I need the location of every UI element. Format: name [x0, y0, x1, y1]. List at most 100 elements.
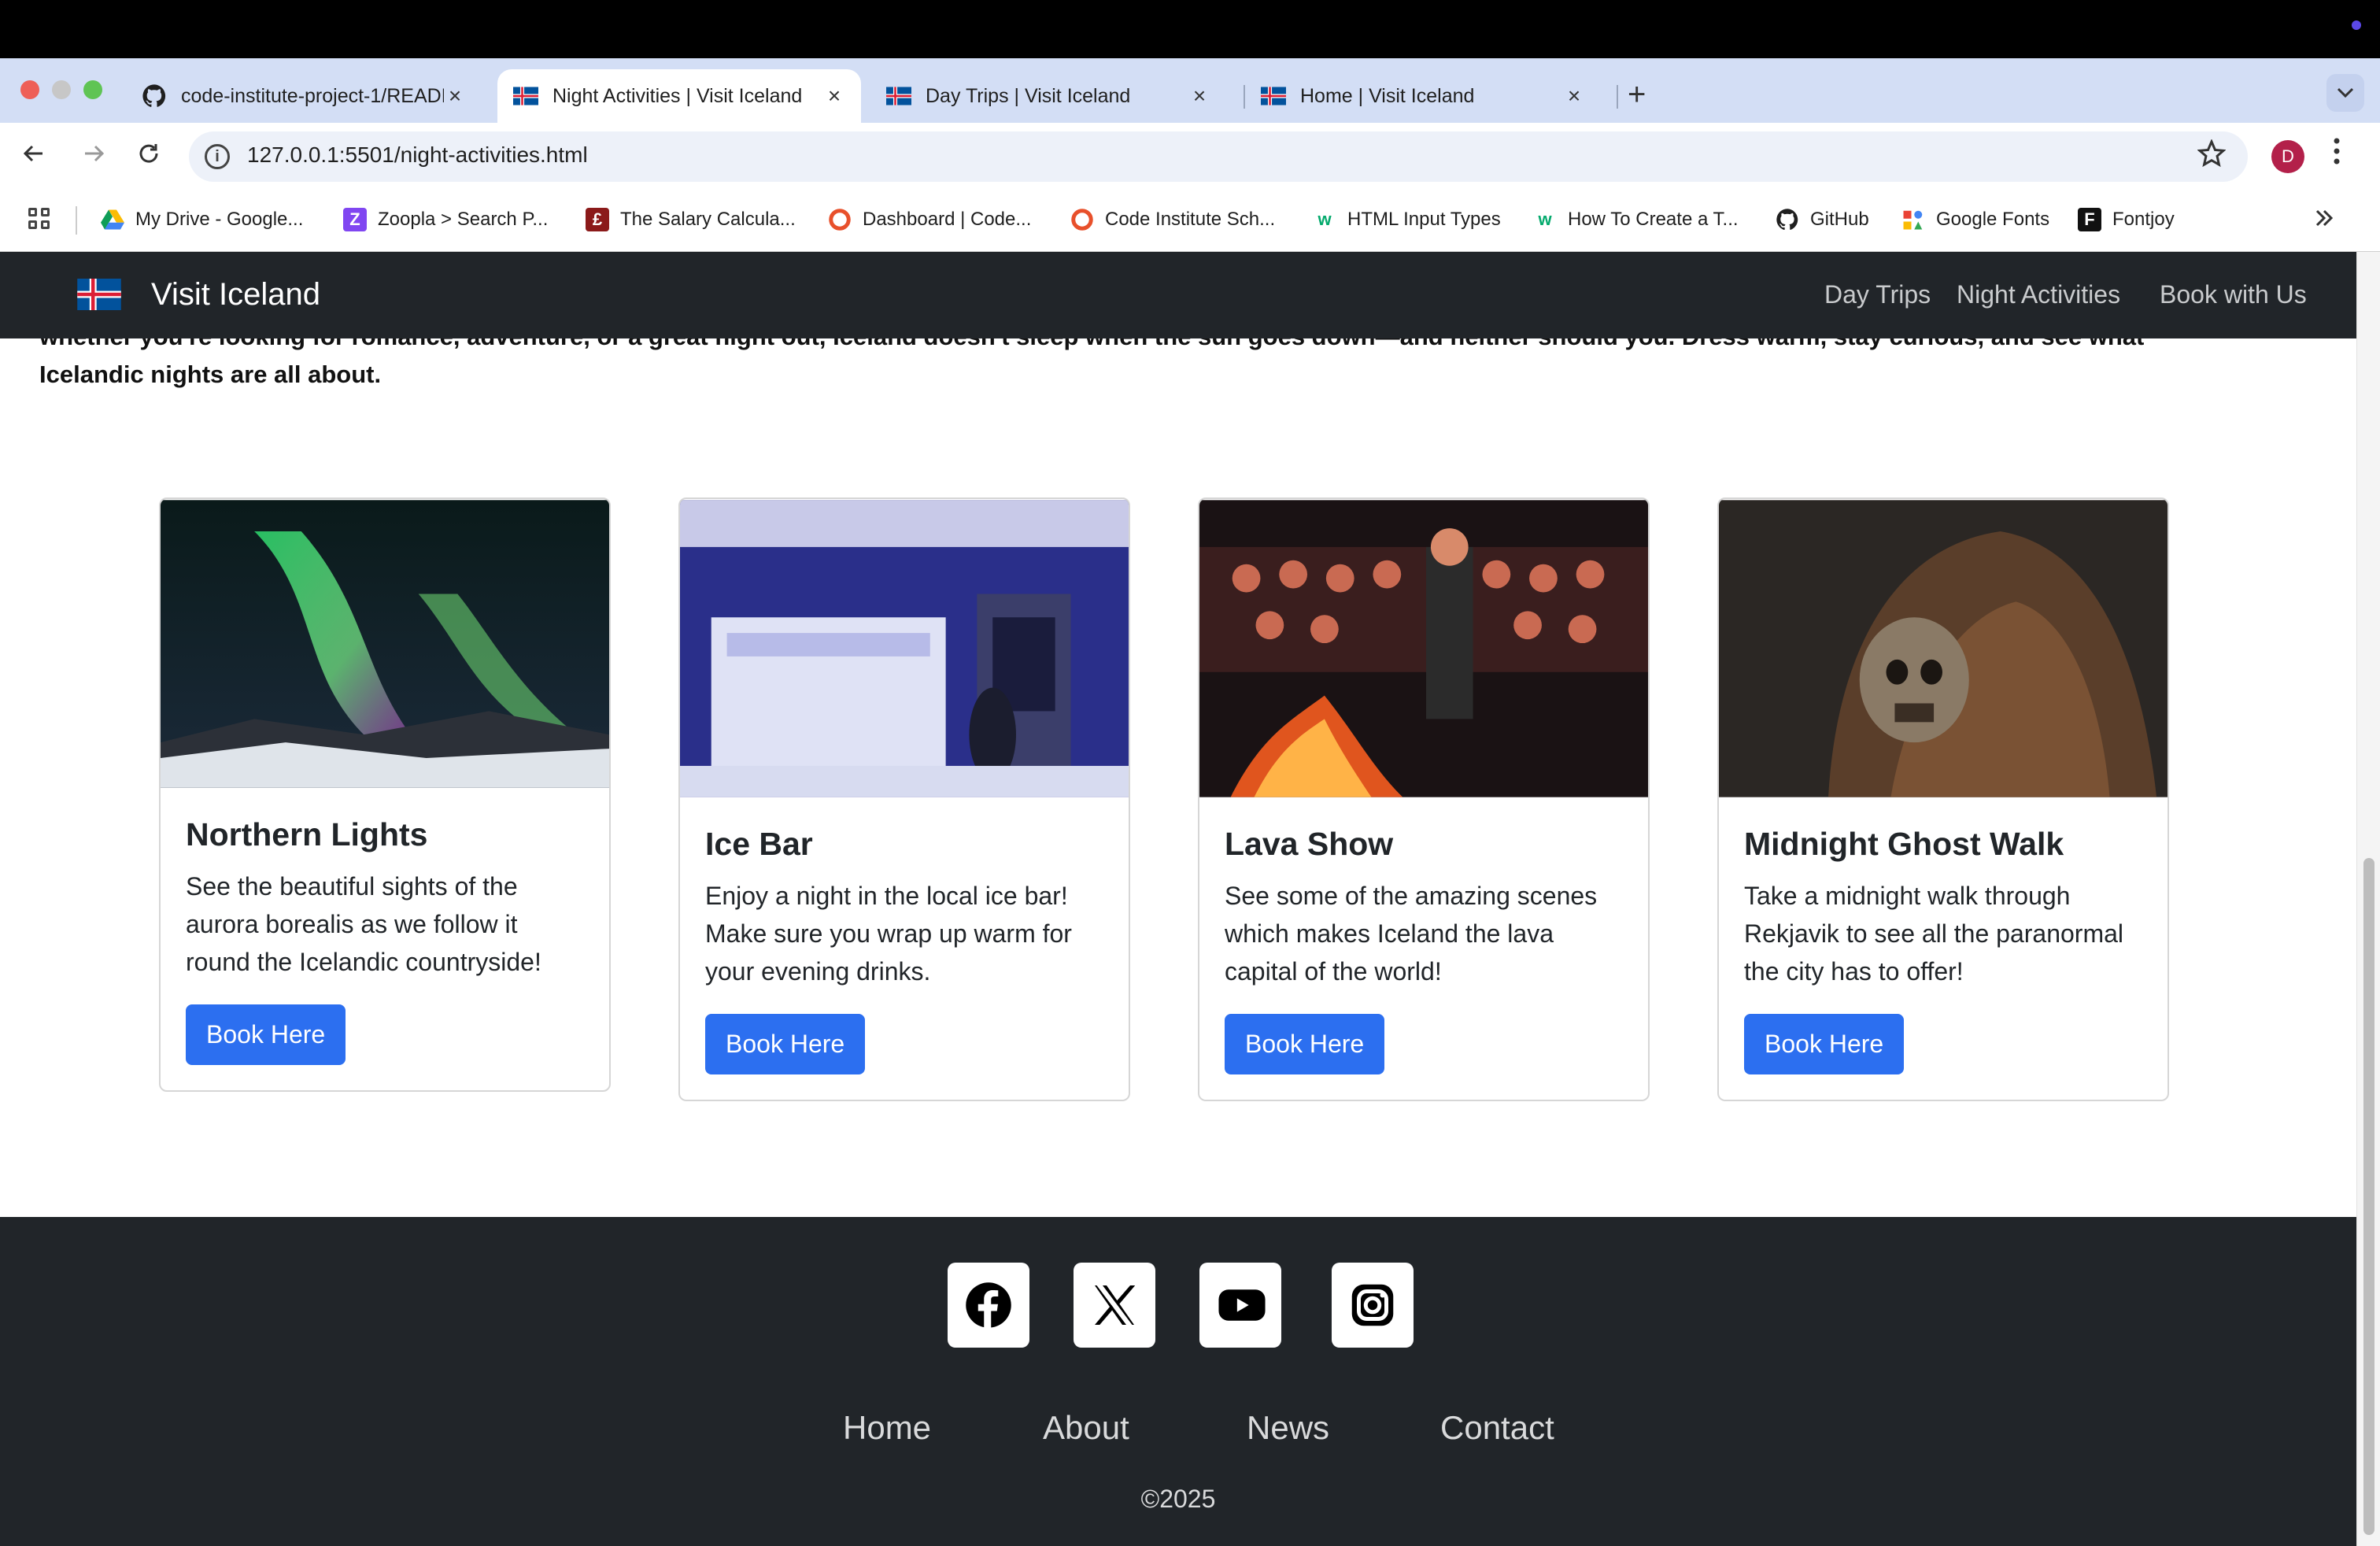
card-text: See the beautiful sights of the aurora b…: [186, 872, 541, 976]
profile-avatar[interactable]: D: [2271, 140, 2304, 173]
new-tab-button[interactable]: +: [1628, 79, 1646, 110]
bookmark-star-icon[interactable]: [2197, 139, 2226, 168]
activity-card: Lava Show See some of the amazing scenes…: [1198, 497, 1650, 1101]
close-tab-icon[interactable]: ×: [1563, 83, 1585, 109]
maximize-window-button[interactable]: [83, 80, 102, 99]
more-vertical-icon: [2334, 138, 2340, 165]
forward-button[interactable]: [76, 139, 112, 175]
x-link[interactable]: [1074, 1263, 1155, 1348]
tab-title: Day Trips | Visit Iceland: [926, 84, 1131, 107]
tab-day-trips[interactable]: Day Trips | Visit Iceland ×: [870, 69, 1226, 123]
ice-bar-image: [680, 500, 1129, 797]
bookmark-label: Dashboard | Code...: [863, 209, 1032, 230]
footer-link-about[interactable]: About: [1043, 1409, 1129, 1447]
code-institute-icon: [829, 209, 851, 231]
page-viewport: whether you're looking for romance, adve…: [0, 252, 2380, 1546]
tab-readme[interactable]: code-institute-project-1/README ×: [126, 69, 482, 123]
tab-night-activities[interactable]: Night Activities | Visit Iceland ×: [497, 69, 861, 123]
bookmark-label: How To Create a T...: [1568, 209, 1739, 230]
bookmark-salary-calculator[interactable]: £ The Salary Calcula...: [586, 208, 796, 231]
github-icon: [142, 84, 166, 107]
arrow-right-icon: [85, 145, 105, 162]
close-window-button[interactable]: [20, 80, 39, 99]
github-icon: [1776, 209, 1798, 231]
card-text: Enjoy a night in the local ice bar! Make…: [705, 882, 1072, 986]
code-institute-icon: [1071, 209, 1093, 231]
back-button[interactable]: [16, 139, 52, 175]
bookmark-label: Google Fonts: [1936, 209, 2050, 230]
tab-home[interactable]: Home | Visit Iceland ×: [1245, 69, 1601, 123]
bookmark-label: The Salary Calcula...: [620, 209, 796, 230]
nav-night-activities[interactable]: Night Activities: [1957, 280, 2120, 309]
browser-chrome: code-institute-project-1/README × Night …: [0, 58, 2380, 252]
minimize-window-button[interactable]: [52, 80, 71, 99]
footer-link-contact[interactable]: Contact: [1440, 1409, 1554, 1447]
card-title: Lava Show: [1225, 826, 1394, 862]
bookmark-html-input-types[interactable]: w HTML Input Types: [1313, 208, 1501, 231]
nav-book-with-us[interactable]: Book with Us: [2160, 280, 2307, 309]
bookmarks-bar: My Drive - Google... Z Zoopla > Search P…: [0, 190, 2380, 252]
bookmark-fontjoy[interactable]: F Fontjoy: [2078, 208, 2175, 231]
bookmark-code-institute[interactable]: Code Institute Sch...: [1070, 208, 1275, 231]
salary-calculator-icon: £: [586, 208, 609, 231]
arrow-left-icon: [23, 145, 42, 162]
book-here-button[interactable]: Book Here: [1744, 1014, 1905, 1074]
fontjoy-icon: F: [2078, 208, 2101, 231]
bookmarks-separator: [76, 206, 77, 235]
site-info-icon[interactable]: i: [205, 144, 230, 169]
reload-button[interactable]: [131, 139, 167, 175]
chevron-down-icon: [2337, 87, 2354, 98]
zoopla-icon: Z: [343, 208, 367, 231]
more-bookmarks-button[interactable]: [2314, 205, 2334, 235]
close-tab-icon[interactable]: ×: [444, 83, 466, 109]
tab-search-button[interactable]: [2326, 74, 2364, 112]
bookmark-label: HTML Input Types: [1347, 209, 1501, 230]
tab-title: code-institute-project-1/README: [181, 84, 444, 107]
card-title: Ice Bar: [705, 826, 813, 862]
close-tab-icon[interactable]: ×: [1188, 83, 1210, 109]
apps-grid-icon[interactable]: [28, 208, 52, 231]
bookmark-label: Zoopla > Search P...: [378, 209, 549, 230]
iceland-flag-icon: [1261, 87, 1286, 105]
tab-title: Home | Visit Iceland: [1300, 84, 1475, 107]
youtube-link[interactable]: [1199, 1263, 1281, 1348]
bookmark-how-to-create[interactable]: w How To Create a T...: [1533, 208, 1739, 231]
card-title: Northern Lights: [186, 816, 428, 853]
lava-show-image: [1199, 500, 1648, 797]
bookmark-github[interactable]: GitHub: [1776, 208, 1869, 231]
w3schools-icon: w: [1538, 209, 1552, 229]
w3schools-icon: w: [1318, 209, 1332, 229]
nav-day-trips[interactable]: Day Trips: [1824, 280, 1931, 309]
book-here-button[interactable]: Book Here: [186, 1004, 346, 1065]
bookmark-zoopla[interactable]: Z Zoopla > Search P...: [343, 208, 548, 231]
close-tab-icon[interactable]: ×: [823, 83, 845, 109]
bookmark-google-fonts[interactable]: Google Fonts: [1901, 208, 2049, 231]
address-bar[interactable]: i 127.0.0.1:5501/night-activities.html: [189, 131, 2248, 182]
bookmark-label: My Drive - Google...: [135, 209, 304, 230]
scrollbar-thumb[interactable]: [2363, 858, 2374, 1535]
instagram-link[interactable]: [1332, 1263, 1414, 1348]
iceland-flag-icon[interactable]: [77, 279, 121, 310]
status-dot: [2352, 20, 2361, 30]
iceland-flag-icon: [886, 87, 911, 105]
iceland-flag-icon: [513, 87, 538, 105]
copyright-text: ©2025: [1140, 1485, 1216, 1513]
tab-separator: [1617, 85, 1618, 109]
footer-link-news[interactable]: News: [1247, 1409, 1329, 1447]
bookmark-dashboard[interactable]: Dashboard | Code...: [828, 208, 1031, 231]
activity-card: Northern Lights See the beautiful sights…: [159, 497, 611, 1092]
card-text: Take a midnight walk through Rekjavik to…: [1744, 882, 2124, 986]
page-scrollbar[interactable]: [2356, 252, 2380, 1546]
book-here-button[interactable]: Book Here: [1225, 1014, 1385, 1074]
card-text: See some of the amazing scenes which mak…: [1225, 882, 1598, 986]
browser-toolbar: i 127.0.0.1:5501/night-activities.html D: [0, 123, 2380, 190]
footer-link-home[interactable]: Home: [843, 1409, 931, 1447]
book-here-button[interactable]: Book Here: [705, 1014, 866, 1074]
bookmark-my-drive[interactable]: My Drive - Google...: [101, 208, 303, 231]
url-text[interactable]: 127.0.0.1:5501/night-activities.html: [247, 142, 588, 168]
x-icon: [1095, 1285, 1136, 1325]
browser-menu-button[interactable]: [2333, 137, 2341, 173]
facebook-link[interactable]: [948, 1263, 1029, 1348]
site-brand[interactable]: Visit Iceland: [151, 277, 320, 313]
intro-line: Icelandic nights are all about.: [39, 361, 382, 388]
